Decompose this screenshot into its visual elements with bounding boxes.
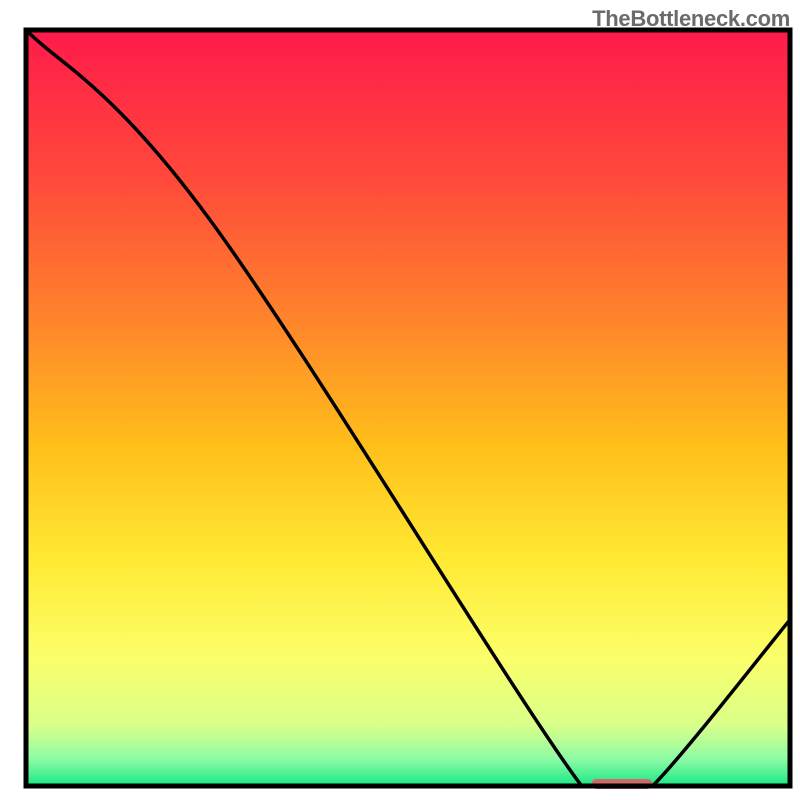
watermark-text: TheBottleneck.com	[592, 6, 790, 32]
chart-svg	[0, 0, 800, 800]
bottleneck-chart: TheBottleneck.com	[0, 0, 800, 800]
gradient-background	[26, 30, 790, 786]
